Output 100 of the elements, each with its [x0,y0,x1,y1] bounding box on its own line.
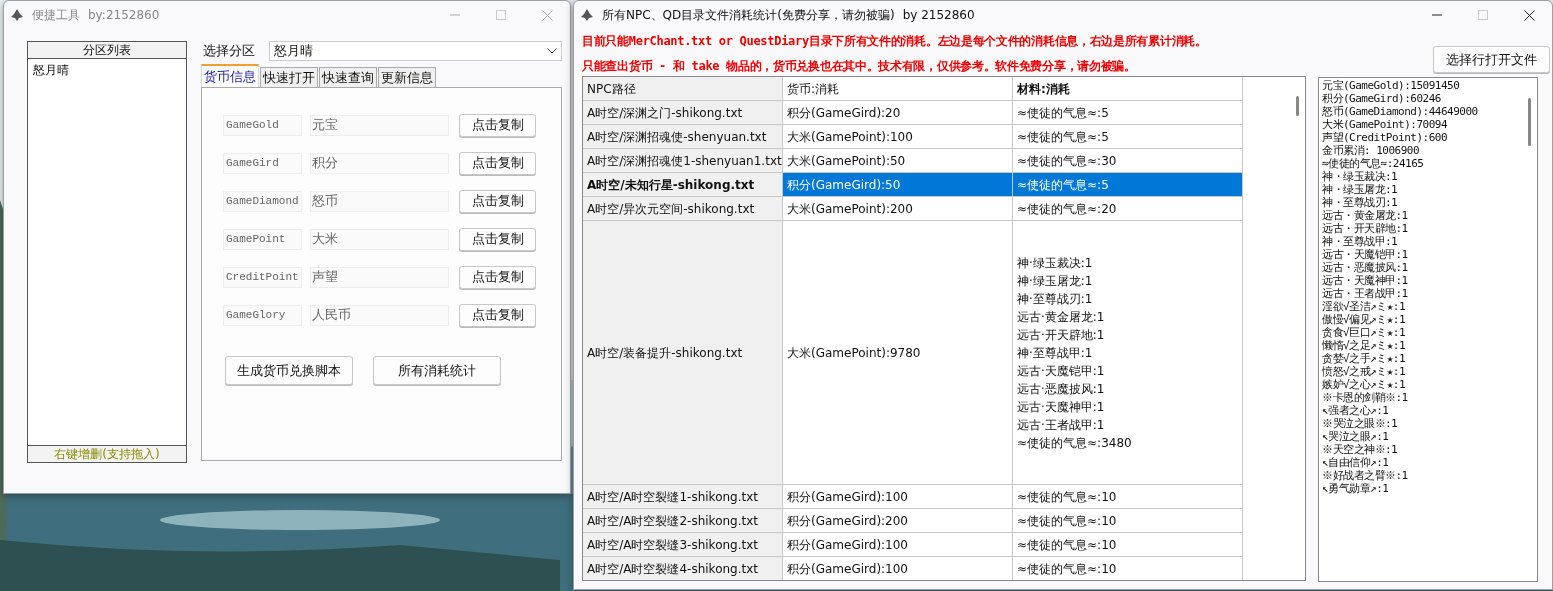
table-cell: 积分(GameGird):200 [783,509,1013,533]
table-cell: 大米(GamePoint):9780 [783,221,1013,485]
total-line: ↖哭泣之眼↗:1 [1322,430,1390,443]
scrollbar-thumb[interactable] [1528,98,1531,146]
window-title: 便捷工具 [32,6,80,24]
code-field[interactable]: CreditPoint [223,266,302,288]
name-field[interactable]: 积分 [310,152,449,174]
total-line: 愤怒√之戒↗ミ★:1 [1322,365,1407,378]
notice-text: 目前只能MerChant.txt or QuestDiary目录下所有文件的消耗。左边是每个文件的消耗信息，右边是所有累计消耗。 [582,33,1207,50]
name-field[interactable]: 声望 [310,266,449,288]
total-line: 远古・王者战甲:1 [1322,287,1409,300]
close-icon[interactable] [1523,9,1535,21]
name-field[interactable]: 人民币 [310,304,449,326]
table-cell: 积分(GameGird):100 [783,485,1013,509]
total-line: 神・绿玉屠龙:1 [1322,183,1399,196]
total-line: 金币累消: 1006900 [1322,144,1421,157]
minimize-icon[interactable] [1432,14,1442,16]
total-line: 积分(GameGird):60246 [1322,92,1442,105]
total-line: 傲慢√偏见↗ミ★:1 [1322,313,1407,326]
table-cell: ≈使徒的气息≈:10 [1013,533,1243,557]
copy-button[interactable]: 点击复制 [459,151,536,175]
name-field[interactable]: 元宝 [310,114,449,136]
action-button[interactable]: 所有消耗统计 [373,356,501,385]
column-header[interactable]: 货币:消耗 [783,77,1013,101]
code-field[interactable]: GameDiamond [223,190,302,212]
table-cell: A时空/装备提升-shikong.txt [583,221,783,485]
table-cell: 积分(GameGird):50 [783,173,1013,197]
maximize-icon[interactable] [496,10,506,20]
notice-text: 只能查出货币 - 和 take 物品的，货币兑换也在其中。技术有限，仅供参考。软件免费分享，请勿被骗。 [582,58,1137,75]
total-line: 神・至尊战刃:1 [1322,196,1399,209]
code-field[interactable]: GamePoint [223,228,302,250]
total-line: 贪食√巨口↗ミ★:1 [1322,326,1407,339]
scrollbar-thumb[interactable] [1296,96,1299,116]
total-line: ※好战者之臂※:1 [1322,469,1409,482]
table-cell: A时空/深渊之门-shikong.txt [583,101,783,125]
total-line: ↖强者之心↗:1 [1322,404,1390,417]
table-cell: 积分(GameGird):20 [783,101,1013,125]
column-header[interactable]: 材料:消耗 [1013,77,1243,101]
table-cell: ≈使徒的气息≈:5 [1013,101,1243,125]
copy-button[interactable]: 点击复制 [459,189,536,213]
table-cell: 大米(GamePoint):50 [783,149,1013,173]
total-line: ※天空之神※:1 [1322,443,1399,456]
action-button[interactable]: 生成货币兑换脚本 [225,356,353,385]
table-cell: A时空/深渊招魂使1-shenyuan1.txt [583,149,783,173]
chevron-down-icon [547,48,557,54]
total-line: 远古・天魔神甲:1 [1322,274,1409,287]
copy-button[interactable]: 点击复制 [459,303,536,327]
column-header[interactable]: NPC路径 [583,77,783,101]
window-author: by:2152860 [88,8,160,22]
code-field[interactable]: GameGird [223,152,302,174]
table-cell: A时空/未知行星-shikong.txt [583,173,783,197]
total-line: ※卡恩的剑鞘※:1 [1322,391,1409,404]
open-file-button[interactable]: 选择行打开文件 [1433,46,1550,73]
table-cell: ≈使徒的气息≈:30 [1013,149,1243,173]
total-line: 嫉妒√之心↗ミ★:1 [1322,378,1407,391]
table-cell: A时空/A时空裂缝4-shikong.txt [583,557,783,580]
code-field[interactable]: GameGlory [223,304,302,326]
list-footer: 右键增删(支持拖入) [28,445,186,462]
tab[interactable]: 货币信息 [201,64,259,87]
app-icon [10,8,24,22]
list-item[interactable]: 怒月晴 [33,62,181,79]
copy-button[interactable]: 点击复制 [459,227,536,251]
copy-button[interactable]: 点击复制 [459,265,536,289]
code-field[interactable]: GameGold [223,114,302,136]
copy-button[interactable]: 点击复制 [459,113,536,137]
table-cell: A时空/深渊招魂使-shenyuan.txt [583,125,783,149]
total-line: 怒币(GameDiamond):44649000 [1322,105,1479,118]
minimize-icon[interactable] [450,14,460,16]
table-cell: A时空/A时空裂缝3-shikong.txt [583,533,783,557]
app-icon [580,8,594,22]
maximize-icon[interactable] [1478,10,1488,20]
name-field[interactable]: 怒币 [310,190,449,212]
tab[interactable]: 快速查询 [319,67,377,87]
total-line: 远古・黄金屠龙:1 [1322,209,1409,222]
table-cell: ≈使徒的气息≈:5 [1013,173,1243,197]
total-line: ↖自由信仰↗:1 [1322,456,1390,469]
tab[interactable]: 快速打开 [260,67,318,87]
table-cell: 神·绿玉裁决:1 神·绿玉屠龙:1 神·至尊战刃:1 远古·黄金屠龙:1 远古·开天辟地:1 神·至尊战甲:1 远古·天魔铠甲:1 远古·恶魔披风:1 远古·天魔神甲:1 远古·王者战甲:1 ≈使徒的气息≈:3480 [1013,221,1243,485]
total-line: 淫欲√圣洁↗ミ★:1 [1322,300,1407,313]
tab[interactable]: 更新信息 [378,67,436,87]
total-line: 神・至尊战甲:1 [1322,235,1399,248]
total-line: 远古・恶魔披风:1 [1322,261,1409,274]
table-cell: ≈使徒的气息≈:10 [1013,509,1243,533]
list-header: 分区列表 [28,42,186,59]
window-author: by 2152860 [902,8,975,22]
total-line: ≈使徒的气息≈:24165 [1322,157,1425,170]
total-line: 远古・天魔铠甲:1 [1322,248,1409,261]
table-cell: A时空/A时空裂缝1-shikong.txt [583,485,783,509]
total-line: ※哭泣之眼※:1 [1322,417,1399,430]
select-label: 选择分区 [203,42,255,60]
name-field[interactable]: 大米 [310,228,449,250]
table-cell: ≈使徒的气息≈:20 [1013,197,1243,221]
total-line: 远古・开天辟地:1 [1322,222,1409,235]
total-line: 元宝(GameGold):15091450 [1322,79,1461,92]
total-line: 神・绿玉裁决:1 [1322,170,1399,183]
partition-dropdown[interactable]: 怒月晴 [269,41,562,61]
window-title: 所有NPC、QD目录文件消耗统计(免费分享，请勿被骗) [602,6,895,24]
table-cell: A时空/异次元空间-shikong.txt [583,197,783,221]
table-cell: 大米(GamePoint):100 [783,125,1013,149]
total-line: ↖勇气勋章↗:1 [1322,482,1390,495]
